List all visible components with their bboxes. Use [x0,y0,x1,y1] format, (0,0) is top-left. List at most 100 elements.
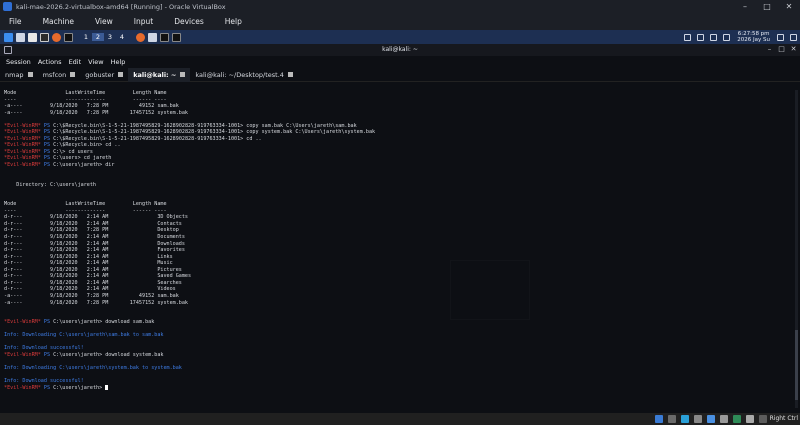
terminal-text: C:\$Recycle.bin\S-1-5-21-1987495829-1628… [53,122,357,129]
terminal-text: C:\> cd users [53,148,93,155]
terminal-text: PS [43,129,54,136]
terminal-text: PS [43,135,54,142]
panel-clock[interactable]: 6:27:58 pm 2026 Jay Su [737,31,770,43]
terminal-text: C:\$Recycle.bin> cd .. [53,142,121,149]
terminal-text: *Evil-WinRM* [4,162,44,169]
terminal-close-button[interactable]: ✕ [789,45,798,54]
terminal-text: *Evil-WinRM* [4,148,44,155]
terminal-menu-edit[interactable]: Edit [69,58,82,66]
workspace-2[interactable]: 2 [92,33,104,41]
terminal-text: C:\users\jareth> download sam.bak [53,319,155,326]
scrollbar-thumb[interactable] [795,330,798,400]
taskbar-app-icon-9[interactable] [759,415,767,423]
terminal-text: d-r--- 9/18/2020 2:14 AM Links [4,253,173,260]
firefox-task-icon[interactable] [135,32,145,42]
terminal-text: *Evil-WinRM* [4,129,44,136]
taskbar-app-icon-2[interactable] [668,415,676,423]
menu-file[interactable]: File [9,17,22,26]
terminal-cursor [105,384,109,390]
terminal-line: *Evil-WinRM* PS C:\users\jareth> [4,384,788,392]
tab-close-icon[interactable] [180,72,186,77]
terminal-menu-actions[interactable]: Actions [38,58,62,66]
taskbar-app-icon-4[interactable] [694,415,702,423]
workspace-4[interactable]: 4 [116,33,128,41]
maximize-button[interactable]: □ [756,0,778,13]
terminal-text: *Evil-WinRM* [4,384,44,391]
tab-label: msfcon [42,70,67,79]
kali-top-panel: 1 2 3 4 6:27:58 pm 2026 Jay Su [0,30,800,44]
minimize-button[interactable]: – [734,0,756,13]
burp-task-icon[interactable] [147,32,157,42]
menu-machine[interactable]: Machine [43,17,74,26]
terminal-titlebar: kali@kali: ~ – □ ✕ [0,44,800,56]
terminal-title: kali@kali: ~ [382,46,418,53]
terminal-menu-view[interactable]: View [88,58,103,66]
terminal-launcher-icon[interactable] [39,32,49,42]
tab-kali-home[interactable]: kali@kali: ~ [128,67,191,82]
close-button[interactable]: ✕ [778,0,800,13]
tab-label: kali@kali: ~/Desktop/test.4 [195,70,284,79]
terminal-scrollbar[interactable] [795,90,798,408]
terminal-task-icon[interactable] [159,32,169,42]
tab-label: nmap [5,70,24,79]
terminal-text: PS [43,384,54,391]
tab-close-icon[interactable] [70,72,76,77]
terminal-text: Mode LastWriteTime Length Name [4,90,167,96]
menu-input[interactable]: Input [134,17,153,26]
terminal-text: PS [43,162,54,169]
tab-close-icon[interactable] [27,72,33,77]
notification-icon[interactable] [697,33,705,41]
tab-close-icon[interactable] [118,72,124,77]
terminal-text: *Evil-WinRM* [4,142,44,149]
tab-close-icon[interactable] [287,72,293,77]
menu-view[interactable]: View [95,17,113,26]
terminal-text: d-r--- 9/18/2020 2:14 AM 3D Objects [4,214,189,221]
taskbar-app-icon-6[interactable] [720,415,728,423]
terminal-text: *Evil-WinRM* [4,135,44,142]
taskbar-app-icon-3[interactable] [681,415,689,423]
terminal-text: Info: Downloading C:\users\jareth\sam.ba… [4,332,164,339]
menu-devices[interactable]: Devices [174,17,204,26]
tab-nmap[interactable]: nmap [0,68,38,82]
terminal-text: d-r--- 9/18/2020 2:14 AM Downloads [4,240,185,247]
terminal-menu-help[interactable]: Help [111,58,126,66]
terminal-text: Info: Download successful! [4,378,84,385]
terminal-output[interactable]: Mode LastWriteTime Length Name ---- -----… [4,90,788,408]
tab-label: kali@kali: ~ [133,70,177,79]
terminal-icon[interactable] [63,32,73,42]
terminal-text: d-r--- 9/18/2020 2:14 AM Contacts [4,220,182,227]
terminal-text: Info: Download successful! [4,345,84,352]
tab-kali-desktop[interactable]: kali@kali: ~/Desktop/test.4 [190,68,298,82]
terminal-text: C:\$Recycle.bin\S-1-5-21-1987495829-1628… [53,135,262,142]
kali-menu-icon[interactable] [3,32,13,42]
host-key-label: Right Ctrl [769,415,798,422]
vbox-window-titlebar: kali-mae-2026.2-virtualbox-amd64 [Runnin… [0,0,800,13]
firefox-icon[interactable] [51,32,61,42]
show-desktop-icon[interactable] [15,32,25,42]
volume-icon[interactable] [710,33,718,41]
taskbar-app-icon-7[interactable] [733,415,741,423]
terminal-text: d-r--- 9/18/2020 2:14 AM Videos [4,286,176,293]
terminal-text: ---- ------------- ------ ---- [4,207,167,214]
terminal-text: *Evil-WinRM* [4,351,44,358]
terminal-text: d-r--- 9/18/2020 2:14 AM Saved Games [4,273,192,280]
network-icon[interactable] [684,33,692,41]
tab-gobuster[interactable]: gobuster [80,68,128,82]
terminal-menu-session[interactable]: Session [6,58,31,66]
terminal-minimize-button[interactable]: – [765,45,774,54]
terminal-task-icon-2[interactable] [171,32,181,42]
taskbar-app-icon-5[interactable] [707,415,715,423]
menu-help[interactable]: Help [225,17,242,26]
taskbar-app-icon-1[interactable] [655,415,663,423]
terminal-text: PS [43,122,54,129]
file-manager-icon[interactable] [27,32,37,42]
workspace-3[interactable]: 3 [104,33,116,41]
tab-msfcon[interactable]: msfcon [38,68,81,82]
battery-icon[interactable] [723,33,731,41]
power-icon[interactable] [790,33,797,41]
terminal-maximize-button[interactable]: □ [777,45,786,54]
lock-icon[interactable] [777,33,784,41]
terminal-text: C:\users> cd jareth [53,155,112,162]
workspace-1[interactable]: 1 [80,33,92,41]
taskbar-app-icon-8[interactable] [746,415,754,423]
